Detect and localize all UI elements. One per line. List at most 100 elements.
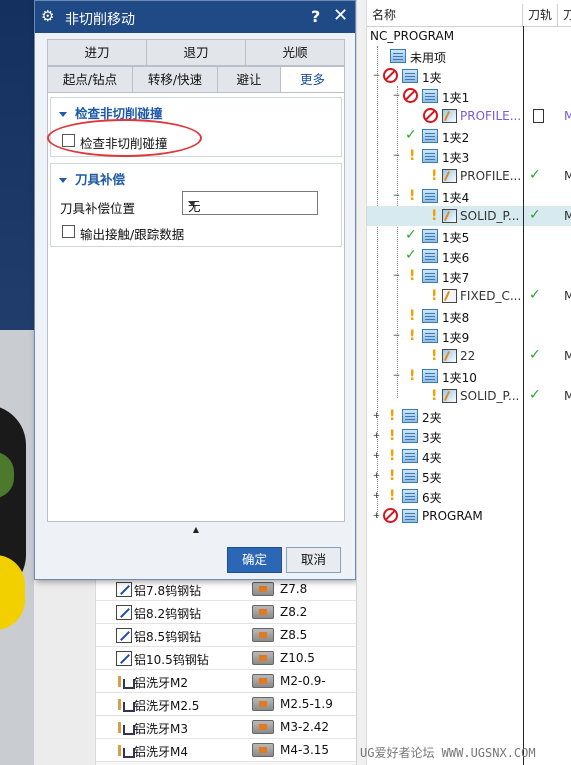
folder-icon: [422, 249, 438, 263]
column-divider: [523, 26, 524, 765]
tree-label: PROFILE...: [460, 109, 522, 123]
tab-start-drill-points[interactable]: 起点/钻点: [47, 66, 133, 93]
expand-icon[interactable]: +: [372, 472, 381, 481]
tree-row-program[interactable]: ✓ 1夹6: [367, 246, 571, 266]
tree-row-operation[interactable]: ! PROFILE... ✓ M: [367, 166, 571, 186]
tree-label: 1夹6: [442, 251, 470, 265]
graphics-window[interactable]: [0, 0, 34, 765]
no-entry-icon: [403, 88, 418, 103]
column-header-name[interactable]: 名称: [367, 4, 523, 26]
tree-label: SOLID_P...: [460, 389, 520, 403]
tab-transfer-rapid[interactable]: 转移/快速: [132, 66, 218, 93]
column-header-toolpath[interactable]: 刀轨: [523, 4, 558, 26]
tree-label: PROGRAM: [422, 509, 483, 523]
warning-icon: !: [409, 268, 416, 284]
tree-row-operation[interactable]: ! SOLID_P... ✓ M: [367, 386, 571, 406]
tree-row-group[interactable]: + ! 6夹: [367, 486, 571, 506]
tool-row[interactable]: 铝洗牙M2.5 M2.5-1.9: [96, 693, 356, 716]
tab-retract[interactable]: 退刀: [146, 39, 246, 66]
tree-row-program[interactable]: − 1夹1: [367, 86, 571, 106]
collapse-icon[interactable]: −: [392, 332, 401, 341]
tree-row-operation[interactable]: PROFILE... M: [367, 106, 571, 126]
tool-row[interactable]: 铝7.8钨钢钻 Z7.8: [96, 578, 356, 601]
operation-icon: [442, 109, 457, 123]
tool-row[interactable]: 铝10.5钨钢钻 Z10.5: [96, 647, 356, 670]
tree-row-program[interactable]: − ! 1夹9: [367, 326, 571, 346]
tool-row[interactable]: 铝8.2钨钢钻 Z8.2: [96, 601, 356, 624]
operation-icon: [442, 209, 457, 223]
tree-row-operation[interactable]: ! SOLID_P... ✓ M: [367, 206, 571, 226]
expand-icon[interactable]: +: [372, 492, 381, 501]
tool-holder-icon: [252, 743, 274, 757]
section-title: 刀具补偿: [75, 172, 126, 187]
operation-icon: [442, 349, 457, 363]
tree-row-program[interactable]: ! 1夹8: [367, 306, 571, 326]
collapse-icon[interactable]: −: [392, 192, 401, 201]
tool-name: 铝10.5钨钢钻: [134, 653, 209, 667]
operation-icon: [442, 389, 457, 403]
tree-row-group[interactable]: − 1夹: [367, 66, 571, 86]
tree-row-program[interactable]: − ! 1夹4: [367, 186, 571, 206]
navigator-scroll-strip[interactable]: [357, 0, 367, 765]
warning-icon: !: [431, 288, 438, 304]
tree-row-operation[interactable]: ! 22 ✓ M: [367, 346, 571, 366]
check-icon: ✓: [529, 387, 541, 403]
tree-row-nc-program[interactable]: NC_PROGRAM: [367, 26, 571, 46]
tool-holder-icon: [252, 720, 274, 734]
thread-mill-icon: [116, 697, 135, 712]
expand-icon[interactable]: +: [372, 452, 381, 461]
tree-row-group[interactable]: + PROGRAM: [367, 506, 571, 526]
tree-row-group[interactable]: + ! 3夹: [367, 426, 571, 446]
non-cutting-moves-dialog: ⚙ 非切削移动 ? ✕ 进刀 退刀 光顺 起点/钻点 转移/快速 避让 更多 检…: [34, 0, 356, 580]
tree-row-group[interactable]: + ! 2夹: [367, 406, 571, 426]
tab-panel-more: 检查非切削碰撞 检查非切削碰撞 刀具补偿 刀具补偿位置 输出接触/跟踪数据: [47, 92, 345, 522]
tool-name: 铝洗牙M2.5: [134, 699, 200, 713]
tool-row[interactable]: 铝8.5钨钢钻 Z8.5: [96, 624, 356, 647]
tree-label: 3夹: [422, 431, 442, 445]
tool-compensation-header[interactable]: 刀具补偿: [59, 169, 125, 188]
expand-icon[interactable]: +: [372, 412, 381, 421]
tab-avoidance[interactable]: 避让: [217, 66, 281, 93]
collapse-up-icon[interactable]: ▲: [47, 523, 345, 537]
tree-row-program[interactable]: ✓ 1夹5: [367, 226, 571, 246]
collapse-icon[interactable]: −: [392, 272, 401, 281]
warning-icon: !: [431, 348, 438, 364]
collapse-icon[interactable]: −: [372, 72, 381, 81]
comp-position-select[interactable]: 无: [182, 191, 318, 215]
close-icon[interactable]: ✕: [333, 5, 348, 26]
collapse-icon[interactable]: −: [392, 152, 401, 161]
chevron-down-icon: [188, 201, 196, 206]
collapse-icon[interactable]: −: [392, 92, 401, 101]
tab-engage[interactable]: 进刀: [47, 39, 147, 66]
ok-button[interactable]: 确定: [227, 547, 282, 573]
folder-icon: [402, 409, 418, 423]
tree-row-program[interactable]: − ! 1夹10: [367, 366, 571, 386]
dialog-title-bar[interactable]: ⚙ 非切削移动 ? ✕: [35, 1, 355, 33]
tab-smoothing[interactable]: 光顺: [245, 39, 345, 66]
expand-icon[interactable]: +: [372, 512, 381, 521]
tree-row-program[interactable]: ✓ 1夹2: [367, 126, 571, 146]
tree-row-unused[interactable]: 未用项: [367, 46, 571, 66]
tree-row-group[interactable]: + ! 4夹: [367, 446, 571, 466]
tool-row[interactable]: 铝洗牙M2 M2-0.9-: [96, 670, 356, 693]
tree-label: 22: [460, 349, 476, 363]
tab-more[interactable]: 更多: [280, 66, 345, 93]
tree-row-program[interactable]: − ! 1夹7: [367, 266, 571, 286]
drill-tool-icon: [116, 582, 132, 597]
collapse-icon[interactable]: −: [392, 372, 401, 381]
tree-row-operation[interactable]: ! FIXED_C... ✓ M: [367, 286, 571, 306]
tree-row-program[interactable]: − ! 1夹3: [367, 146, 571, 166]
help-icon[interactable]: ?: [311, 7, 320, 26]
gear-icon[interactable]: ⚙: [41, 9, 54, 24]
tool-row[interactable]: 铝洗牙M4 M4-3.15: [96, 739, 356, 762]
tool-row[interactable]: 铝洗牙M3 M3-2.42: [96, 716, 356, 739]
no-entry-icon: [423, 108, 438, 123]
column-header-tool[interactable]: 刀: [558, 4, 571, 26]
operation-icon: [442, 169, 457, 183]
tool-holder-icon: [252, 605, 274, 619]
tree-label: 5夹: [422, 471, 442, 485]
tree-row-group[interactable]: + ! 5夹: [367, 466, 571, 486]
output-contact-checkbox[interactable]: [62, 225, 75, 238]
expand-icon[interactable]: +: [372, 432, 381, 441]
cancel-button[interactable]: 取消: [286, 547, 341, 573]
